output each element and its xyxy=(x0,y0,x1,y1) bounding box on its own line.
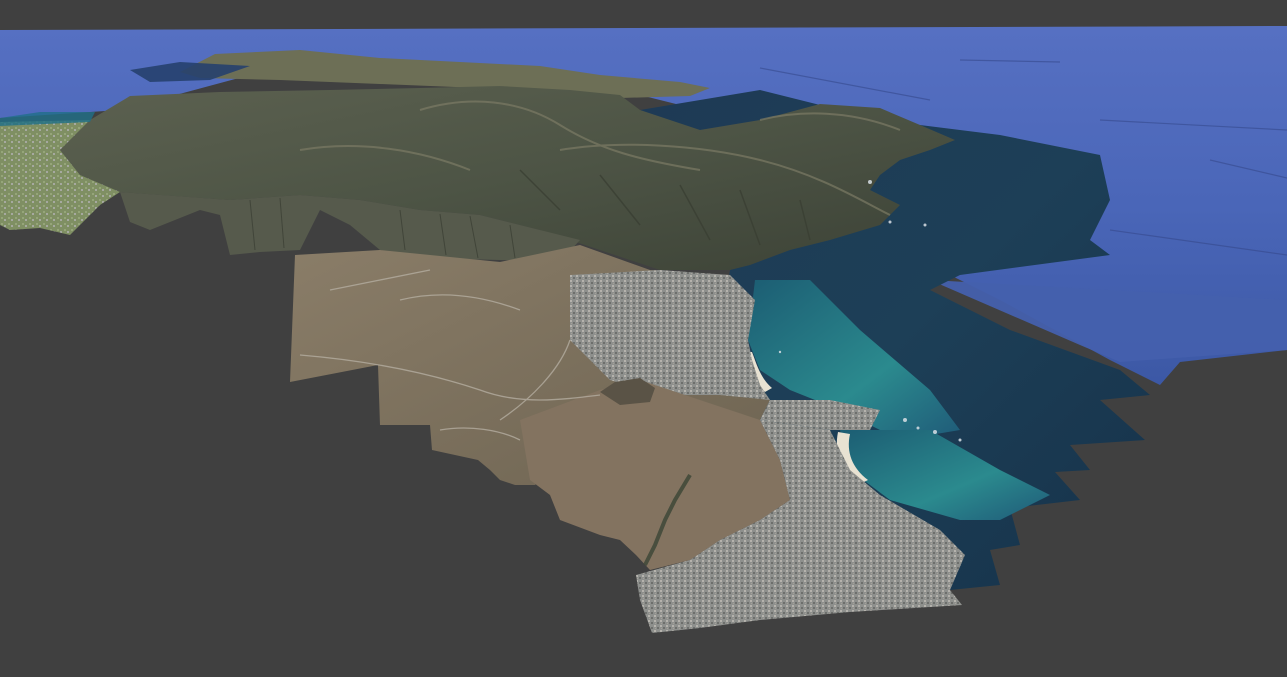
3d-map-viewport[interactable] xyxy=(0,0,1287,677)
terrain-scene xyxy=(0,26,1287,633)
